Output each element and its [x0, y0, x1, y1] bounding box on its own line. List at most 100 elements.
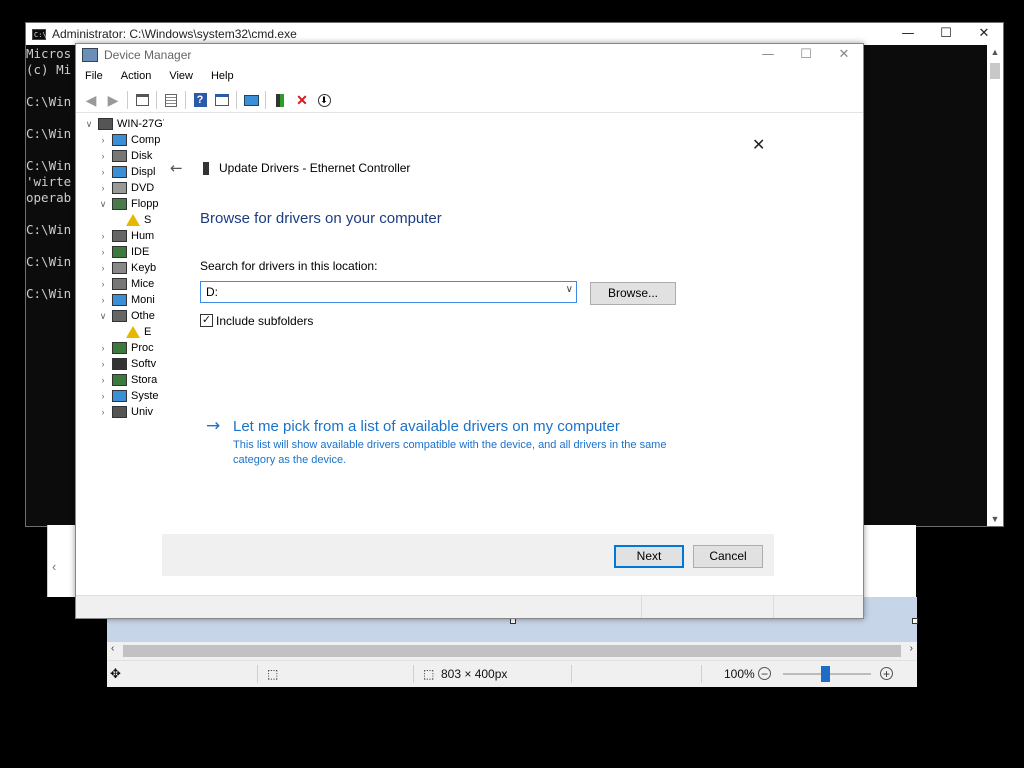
tree-item[interactable]: › IDE [98, 244, 149, 260]
back-arrow-icon[interactable]: ◀ [82, 91, 100, 109]
chevron-right-icon[interactable]: › [98, 260, 108, 276]
chevron-right-icon[interactable]: › [98, 180, 108, 196]
cmd-app-icon: C:\ [32, 28, 47, 40]
back-arrow-icon[interactable]: ← [170, 159, 183, 177]
scroll-up-icon[interactable]: ▲ [987, 47, 1003, 57]
device-category-icon [112, 374, 127, 386]
chevron-down-icon[interactable]: ∨ [98, 308, 108, 324]
scroll-left-icon[interactable]: ‹ [111, 643, 114, 654]
zoom-out-icon[interactable]: − [758, 667, 771, 680]
tree-item[interactable]: › Disk [98, 148, 152, 164]
cmd-scroll-thumb[interactable] [990, 63, 1000, 79]
tree-root[interactable]: ∨ WIN-27GTFD0DFE3 [84, 116, 164, 132]
chevron-right-icon[interactable]: › [98, 148, 108, 164]
action-icon[interactable] [213, 91, 231, 109]
zoom-level: 100% [724, 667, 755, 681]
tree-item[interactable]: ∨ Flopp [98, 196, 159, 212]
zoom-slider-thumb[interactable] [821, 666, 830, 682]
device-category-icon [112, 310, 127, 322]
zoom-in-icon[interactable]: + [880, 667, 893, 680]
update-driver-icon[interactable] [271, 91, 289, 109]
monitor-icon[interactable] [242, 91, 260, 109]
tree-item[interactable]: S [112, 212, 151, 228]
tree-item[interactable]: › Keyb [98, 260, 156, 276]
device-category-icon [112, 294, 127, 306]
tree-item[interactable]: › Softv [98, 356, 156, 372]
dm-close-button[interactable]: ✕ [825, 44, 863, 66]
tree-item-label: Flopp [131, 198, 159, 210]
chevron-right-icon[interactable]: › [98, 276, 108, 292]
help-icon[interactable]: ? [191, 91, 209, 109]
update-drivers-dialog[interactable]: ✕ ← Update Drivers - Ethernet Controller… [162, 126, 774, 576]
cmd-scrollbar[interactable]: ▲ ▼ [987, 45, 1003, 526]
forward-arrow-icon[interactable]: ▶ [104, 91, 122, 109]
list-icon[interactable] [162, 91, 180, 109]
dm-maximize-button[interactable]: ☐ [787, 44, 825, 66]
chevron-right-icon[interactable]: › [98, 340, 108, 356]
chevron-right-icon[interactable]: › [98, 228, 108, 244]
device-category-icon [98, 118, 113, 130]
cmd-minimize-button[interactable]: — [889, 23, 927, 45]
chevron-down-icon[interactable]: ∨ [98, 196, 108, 212]
cmd-maximize-button[interactable]: ☐ [927, 23, 965, 45]
menu-action[interactable]: Action [112, 70, 161, 82]
cmd-title-bar[interactable]: C:\ Administrator: C:\Windows\system32\c… [26, 23, 1003, 45]
tree-item[interactable]: › DVD [98, 180, 154, 196]
tree-item[interactable]: › Mice [98, 276, 154, 292]
tree-item[interactable]: › Univ [98, 404, 153, 420]
chevron-right-icon[interactable]: › [98, 372, 108, 388]
menu-file[interactable]: File [76, 70, 112, 82]
scroll-right-icon[interactable]: › [910, 643, 913, 654]
chevron-down-icon[interactable]: ∨ [566, 284, 573, 295]
paint-scroll-thumb[interactable] [123, 645, 901, 657]
device-manager-title-bar[interactable]: Device Manager — ☐ ✕ [76, 44, 863, 66]
chevron-right-icon[interactable]: › [98, 244, 108, 260]
paint-scroll-left-icon[interactable]: ‹ [52, 559, 56, 574]
device-category-icon [112, 134, 127, 146]
arrow-right-icon[interactable]: → [206, 416, 220, 436]
chevron-right-icon[interactable]: › [98, 356, 108, 372]
tree-item[interactable]: › Stora [98, 372, 157, 388]
dialog-close-icon[interactable]: ✕ [752, 135, 765, 154]
search-location-label: Search for drivers in this location: [200, 259, 378, 273]
menu-view[interactable]: View [160, 70, 202, 82]
tree-item[interactable]: › Syste [98, 388, 159, 404]
cmd-close-button[interactable]: ✕ [965, 23, 1003, 45]
chevron-down-icon[interactable]: ∨ [84, 116, 94, 132]
toolbar: ◀ ▶ ? ✕ ⬇ [76, 88, 863, 113]
chevron-right-icon[interactable]: › [98, 292, 108, 308]
chevron-right-icon[interactable]: › [98, 388, 108, 404]
include-subfolders-label[interactable]: Include subfolders [216, 314, 313, 328]
tree-item[interactable]: E [112, 324, 151, 340]
tree-item-label: Disk [131, 150, 153, 162]
tree-item-label: Keyb [131, 262, 157, 274]
tree-item-label: Syste [131, 390, 159, 402]
driver-location-combobox[interactable]: ∨ [200, 281, 577, 303]
scroll-down-icon[interactable]: ▼ [987, 514, 1003, 524]
chevron-right-icon[interactable]: › [98, 404, 108, 420]
tree-item[interactable]: › Proc [98, 340, 154, 356]
tree-item[interactable]: › Hum [98, 228, 154, 244]
tree-item-label: E [144, 326, 152, 338]
driver-location-input[interactable] [204, 284, 548, 300]
chevron-right-icon[interactable]: › [98, 164, 108, 180]
tree-item[interactable]: ∨ Othe [98, 308, 155, 324]
device-tree[interactable]: ∨ WIN-27GTFD0DFE3 › Comp › Disk › Displ › DVD ∨ Flo… [76, 116, 164, 596]
paint-horizontal-scrollbar[interactable]: ‹ › [107, 642, 917, 660]
chevron-right-icon[interactable]: › [98, 132, 108, 148]
tree-item-label: Othe [131, 310, 155, 322]
properties-icon[interactable] [133, 91, 151, 109]
tree-item[interactable]: › Displ [98, 164, 155, 180]
include-subfolders-checkbox[interactable]: ✓ [200, 314, 213, 327]
uninstall-icon[interactable]: ✕ [293, 91, 311, 109]
canvas-resize-handle[interactable] [912, 618, 918, 624]
menu-help[interactable]: Help [202, 70, 243, 82]
pick-driver-link[interactable]: Let me pick from a list of available dri… [233, 418, 620, 435]
cancel-button[interactable]: Cancel [693, 545, 763, 568]
next-button[interactable]: Next [614, 545, 684, 568]
tree-item[interactable]: › Moni [98, 292, 155, 308]
browse-button[interactable]: Browse... [590, 282, 676, 305]
tree-item[interactable]: › Comp [98, 132, 160, 148]
dm-minimize-button[interactable]: — [749, 44, 787, 66]
scan-icon[interactable]: ⬇ [315, 91, 333, 109]
